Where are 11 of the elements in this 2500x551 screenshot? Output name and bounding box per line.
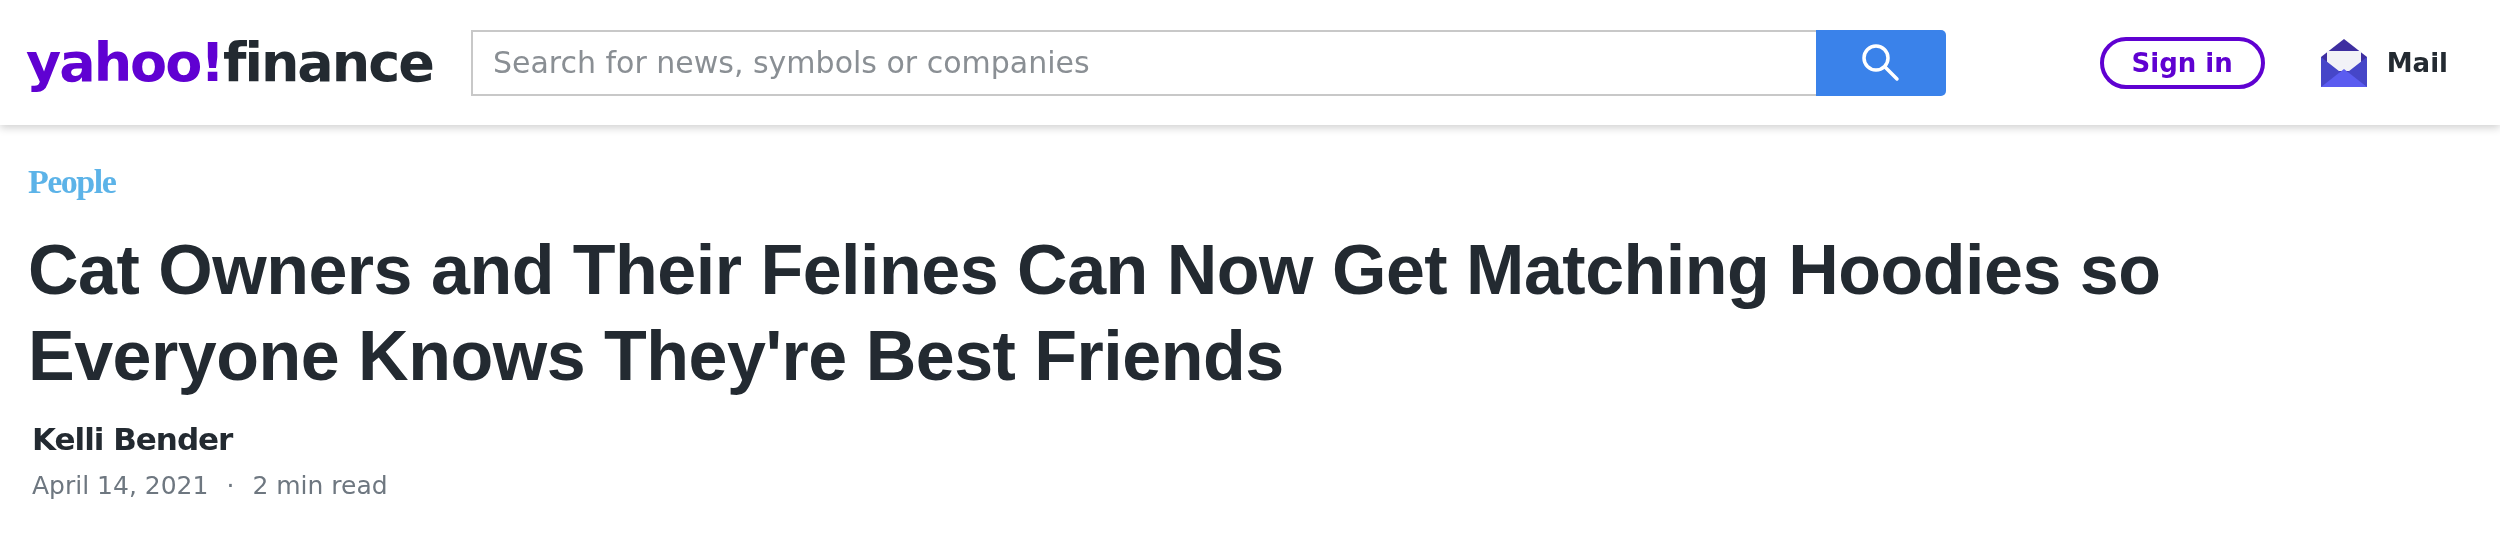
sign-in-button[interactable]: Sign in xyxy=(2099,36,2265,89)
article-headline: Cat Owners and Their Felines Can Now Get Matching Hoodies so Everyone Knows They're Best Friends xyxy=(28,230,2162,397)
logo[interactable]: yahoo!finance xyxy=(26,31,433,94)
author-name[interactable]: Kelli Bender xyxy=(32,421,233,457)
search-button[interactable] xyxy=(1815,29,1946,96)
mail-link[interactable]: Mail xyxy=(2386,47,2448,78)
separator-dot: · xyxy=(226,471,235,500)
envelope-icon[interactable] xyxy=(2320,38,2367,87)
read-time: 2 min read xyxy=(252,471,388,500)
search-field[interactable]: Search for news, symbols or companies xyxy=(470,29,1816,96)
publish-date: April 14, 2021 xyxy=(32,471,209,500)
